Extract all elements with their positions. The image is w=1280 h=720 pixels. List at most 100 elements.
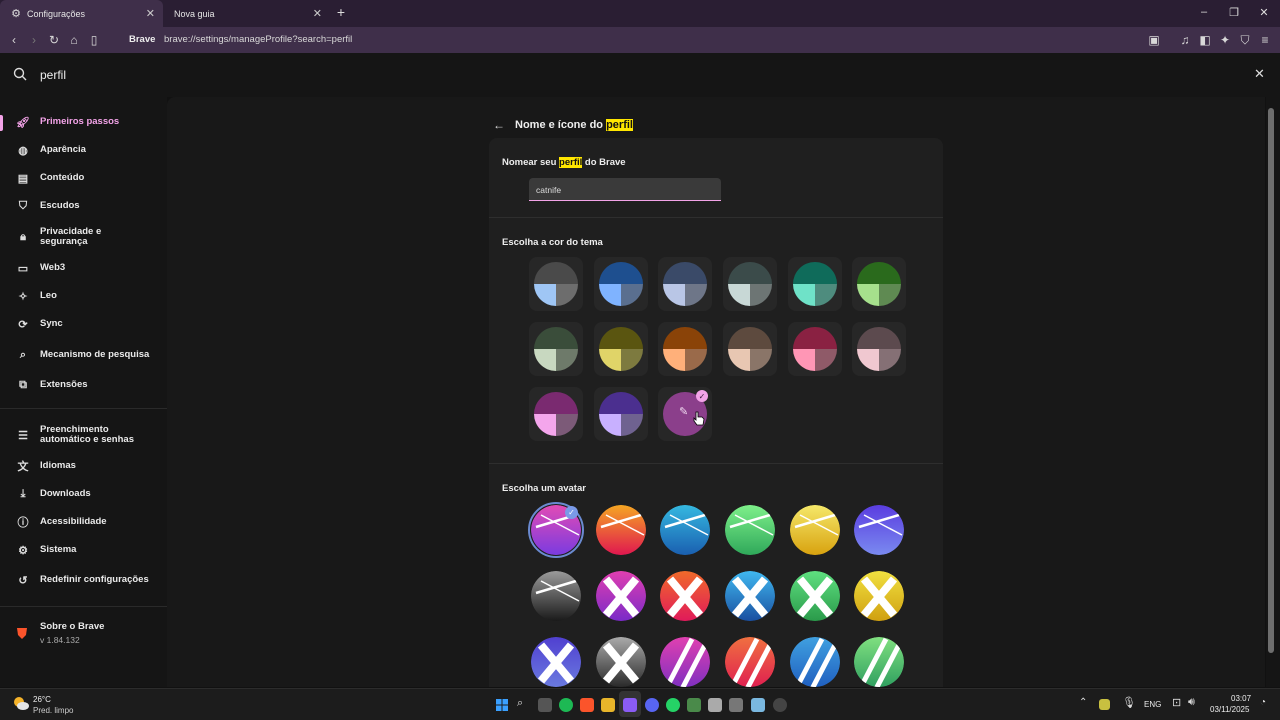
profile-name-input[interactable]: catnife: [529, 178, 721, 201]
terminal-icon[interactable]: [729, 698, 743, 712]
theme-color-swatch[interactable]: [594, 257, 648, 311]
split-view-icon[interactable]: ◧: [1197, 32, 1213, 48]
search-input[interactable]: perfil: [40, 68, 66, 82]
avatar-option[interactable]: [725, 637, 775, 687]
theme-color-swatch[interactable]: [658, 257, 712, 311]
app-icon[interactable]: [623, 698, 637, 712]
tab-new[interactable]: Nova guia ✕: [165, 0, 330, 27]
theme-color-circle: [534, 262, 578, 306]
theme-color-circle: [728, 262, 772, 306]
minimize-icon[interactable]: –: [1197, 6, 1211, 18]
new-tab-button[interactable]: +: [334, 4, 348, 20]
avatar-option[interactable]: [790, 637, 840, 687]
brave-icon[interactable]: [580, 698, 594, 712]
theme-color-swatch[interactable]: [788, 322, 842, 376]
theme-color-swatch[interactable]: [723, 322, 777, 376]
theme-color-swatch[interactable]: [529, 387, 583, 441]
theme-color-swatch[interactable]: [723, 257, 777, 311]
whatsapp-icon[interactable]: [666, 698, 680, 712]
sidebar-toggle-icon[interactable]: ▣: [1146, 32, 1162, 48]
forward-icon[interactable]: ›: [26, 32, 42, 48]
app-icon[interactable]: [751, 698, 765, 712]
clock-date[interactable]: 03/11/2025: [1210, 705, 1249, 714]
scrollbar-thumb[interactable]: [1268, 108, 1274, 653]
divider: [489, 217, 943, 218]
avatar-option[interactable]: [660, 637, 710, 687]
sidebar-item-label: Redefinir configurações: [40, 574, 149, 585]
close-tab-icon[interactable]: ✕: [146, 7, 155, 20]
sidebar-item-label: Aparência: [40, 144, 86, 155]
settings-sidebar: [0, 97, 167, 687]
close-window-icon[interactable]: ✕: [1257, 6, 1271, 19]
tray-app-icon[interactable]: [1099, 699, 1110, 710]
avatar-option[interactable]: [596, 571, 646, 621]
avatar-option[interactable]: [660, 505, 710, 555]
microphone-icon[interactable]: 🎙︎: [1122, 696, 1136, 709]
app-icon[interactable]: [773, 698, 787, 712]
back-arrow-icon[interactable]: ←: [493, 118, 505, 132]
file-explorer-icon[interactable]: [601, 698, 615, 712]
avatar-option[interactable]: [725, 571, 775, 621]
theme-color-swatch[interactable]: [658, 322, 712, 376]
tab-settings[interactable]: ⚙ Configurações ✕: [0, 0, 163, 27]
volume-icon[interactable]: 🔊︎: [1188, 696, 1195, 709]
avatar-option[interactable]: [790, 571, 840, 621]
sidebar-item-label: Extensões: [40, 379, 88, 390]
clock-time[interactable]: 03:07: [1231, 694, 1251, 703]
sidebar-item-label: Idiomas: [40, 460, 76, 471]
vpn-icon[interactable]: ⛉: [1237, 32, 1253, 48]
back-icon[interactable]: ‹: [6, 32, 22, 48]
name-field-label: Nomear seu perfil do Brave: [502, 157, 626, 168]
avatar-option[interactable]: [854, 505, 904, 555]
notifications-icon[interactable]: ◔: [1260, 697, 1266, 708]
address-bar[interactable]: brave://settings/manageProfile?search=pe…: [164, 34, 352, 45]
search-icon[interactable]: ⌕: [517, 697, 523, 710]
reload-icon[interactable]: ↻: [46, 32, 62, 48]
media-icon[interactable]: ♫: [1177, 32, 1193, 48]
theme-color-swatch[interactable]: [529, 257, 583, 311]
app-icon[interactable]: [687, 698, 701, 712]
avatar-option[interactable]: [660, 571, 710, 621]
discord-icon[interactable]: [645, 698, 659, 712]
language-indicator[interactable]: ENG: [1144, 700, 1161, 709]
shield-icon: ⛉: [18, 199, 28, 212]
bookmark-icon[interactable]: ▯: [86, 32, 102, 48]
theme-color-swatch[interactable]: [594, 387, 648, 441]
leo-ai-icon[interactable]: ✦: [1217, 32, 1233, 48]
clear-search-icon[interactable]: ✕: [1254, 66, 1265, 82]
search-highlight: perfil: [559, 157, 583, 168]
avatar-option[interactable]: [531, 637, 581, 687]
avatar-option[interactable]: [854, 571, 904, 621]
theme-color-circle: [599, 327, 643, 371]
theme-color-swatch[interactable]: [852, 257, 906, 311]
theme-color-swatch[interactable]: [788, 257, 842, 311]
menu-icon[interactable]: ≡: [1257, 32, 1273, 48]
weather-desc[interactable]: Pred. limpo: [33, 706, 73, 715]
network-icon[interactable]: ⊡: [1172, 696, 1181, 709]
spotify-icon[interactable]: [559, 698, 573, 712]
theme-color-circle: [599, 262, 643, 306]
avatar-option[interactable]: [790, 505, 840, 555]
taskbar: 26°C Pred. limpo ⌕ ⌃ 🎙︎ ENG ⊡ 🔊︎ 03:07 0…: [0, 688, 1280, 720]
theme-color-swatch[interactable]: [594, 322, 648, 376]
windows-start-icon[interactable]: [496, 699, 508, 711]
task-view-icon[interactable]: [538, 698, 552, 712]
close-tab-icon[interactable]: ✕: [313, 7, 322, 20]
app-icon[interactable]: [708, 698, 722, 712]
theme-color-swatch[interactable]: [852, 322, 906, 376]
avatar-option[interactable]: [596, 505, 646, 555]
avatar-option[interactable]: [725, 505, 775, 555]
sync-icon: ⟳: [18, 318, 28, 331]
tab-label: Configurações: [27, 8, 86, 19]
home-icon[interactable]: ⌂: [66, 32, 82, 48]
accessibility-icon: ⓘ: [17, 517, 29, 529]
sidebar-item-label: Sistema: [40, 544, 77, 555]
avatar-option[interactable]: [531, 571, 581, 621]
avatar-option[interactable]: [596, 637, 646, 687]
about-label: Sobre o Brave: [40, 621, 105, 632]
theme-color-swatch[interactable]: [529, 322, 583, 376]
avatar-option[interactable]: [854, 637, 904, 687]
weather-temp[interactable]: 26°C: [33, 695, 51, 704]
maximize-icon[interactable]: ❐: [1227, 6, 1241, 19]
tray-chevron-icon[interactable]: ⌃: [1079, 697, 1087, 708]
